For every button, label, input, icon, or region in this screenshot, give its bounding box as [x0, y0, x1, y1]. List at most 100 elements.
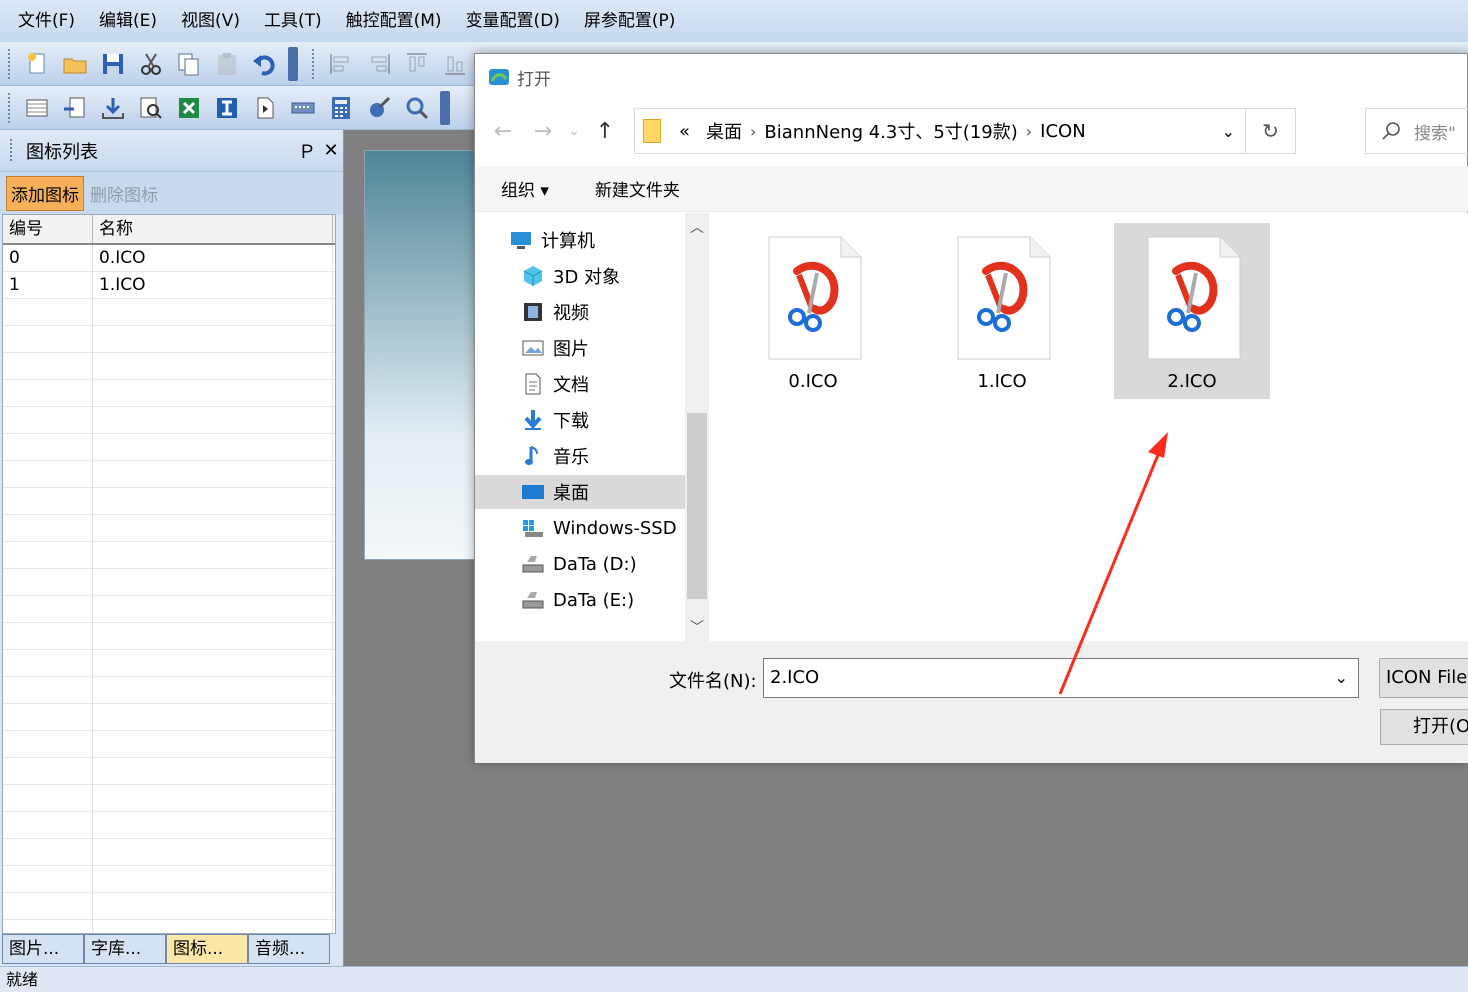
breadcrumb-icon-folder[interactable]: ICON [1040, 121, 1086, 142]
tab-images[interactable]: 图片... [2, 934, 84, 964]
copy-icon[interactable] [172, 47, 206, 81]
open-file-dialog: 打开 ← → ⌄ ↑ « 桌面 › BiannNeng 4.3寸、5寸(19款)… [474, 53, 1468, 763]
nav-item-videos[interactable]: 视频 [521, 295, 589, 329]
table-row[interactable]: 1 1.ICO [3, 272, 335, 299]
up-icon[interactable]: ↑ [585, 119, 625, 144]
nav-item-3d-objects[interactable]: 3D 对象 [521, 259, 620, 293]
tab-fonts[interactable]: 字库... [84, 934, 166, 964]
paste-icon[interactable] [210, 47, 244, 81]
nav-label: 桌面 [553, 483, 589, 504]
tab-icons[interactable]: 图标... [166, 934, 248, 964]
calculator-icon[interactable] [324, 91, 358, 125]
drive-icon [521, 552, 545, 576]
save-icon[interactable] [96, 47, 130, 81]
align-top-icon[interactable] [400, 47, 434, 81]
recent-dropdown-icon[interactable]: ⌄ [563, 123, 585, 139]
menu-touch-config[interactable]: 触控配置(M) [334, 0, 454, 42]
chevron-down-icon[interactable]: ⌄ [1222, 122, 1235, 141]
nav-label: 音乐 [553, 447, 589, 468]
toolbar-overflow[interactable] [440, 90, 450, 125]
menu-tools[interactable]: 工具(T) [252, 0, 334, 42]
design-canvas[interactable] [364, 150, 476, 560]
new-file-icon[interactable] [20, 47, 54, 81]
scroll-down-icon[interactable]: ﹀ [685, 617, 709, 637]
file-item[interactable]: 0.ICO [735, 223, 891, 399]
column-header-name[interactable]: 名称 [93, 215, 333, 243]
image-grid-icon[interactable] [20, 91, 54, 125]
organize-button[interactable]: 组织 ▾ [501, 176, 549, 201]
nav-scrollbar[interactable]: ︿ ﹀ [685, 213, 709, 641]
preview-icon[interactable] [134, 91, 168, 125]
import-icon[interactable] [58, 91, 92, 125]
nav-item-drive-d[interactable]: DaTa (D:) [521, 547, 637, 581]
toolbar-grip[interactable] [6, 48, 12, 79]
tab-audio[interactable]: 音频... [248, 934, 330, 964]
menu-view[interactable]: 视图(V) [169, 0, 252, 42]
table-row-empty [3, 677, 335, 704]
nav-item-windows-ssd[interactable]: Windows-SSD [521, 511, 677, 545]
toolbar-grip[interactable] [310, 48, 316, 79]
table-row-empty [3, 542, 335, 569]
chevron-right-icon[interactable]: › [750, 122, 756, 141]
nav-item-drive-e[interactable]: DaTa (E:) [521, 583, 634, 617]
chevron-right-icon[interactable]: › [1026, 122, 1032, 141]
picture-icon [521, 336, 545, 360]
panel-tabs: 图片... 字库... 图标... 音频... [2, 934, 330, 966]
excel-icon[interactable] [172, 91, 206, 125]
new-folder-button[interactable]: 新建文件夹 [595, 176, 680, 201]
nav-item-downloads[interactable]: 下载 [521, 403, 589, 437]
filetype-select[interactable]: ICON File [1379, 658, 1468, 698]
search-icon [1382, 122, 1400, 140]
page-icon[interactable] [248, 91, 282, 125]
cut-icon[interactable] [134, 47, 168, 81]
nav-label: DaTa (D:) [553, 553, 637, 575]
pin-icon[interactable]: Ｐ [295, 138, 319, 164]
nav-item-documents[interactable]: 文档 [521, 367, 589, 401]
table-row-empty [3, 434, 335, 461]
close-icon[interactable]: ✕ [319, 140, 343, 161]
align-left-icon[interactable] [324, 47, 358, 81]
column-header-number[interactable]: 编号 [3, 215, 93, 243]
zoom-icon[interactable] [400, 91, 434, 125]
breadcrumb-overflow[interactable]: « [679, 121, 690, 142]
scroll-up-icon[interactable]: ︿ [685, 217, 709, 237]
open-button[interactable]: 打开(O [1380, 709, 1468, 745]
align-right-icon[interactable] [362, 47, 396, 81]
delete-icon-button[interactable]: 删除图标 [84, 177, 164, 210]
toolbar-grip[interactable] [6, 92, 12, 123]
nav-item-computer[interactable]: 计算机 [509, 223, 595, 257]
text-tool-icon[interactable] [210, 91, 244, 125]
filename-input[interactable]: 2.ICO ⌄ [763, 658, 1359, 698]
breadcrumb-folder[interactable]: BiannNeng 4.3寸、5寸(19款) [764, 118, 1017, 144]
add-icon-button[interactable]: 添加图标 [6, 175, 84, 211]
table-row[interactable]: 0 0.ICO [3, 245, 335, 272]
download-tool-icon[interactable] [96, 91, 130, 125]
menu-variable-config[interactable]: 变量配置(D) [454, 0, 572, 42]
file-item-selected[interactable]: 2.ICO [1114, 223, 1270, 399]
toolbar-overflow[interactable] [288, 46, 298, 81]
nav-item-pictures[interactable]: 图片 [521, 331, 589, 365]
chevron-down-icon[interactable]: ⌄ [1335, 659, 1348, 697]
panel-title: 图标列表 [26, 141, 98, 163]
menu-edit[interactable]: 编辑(E) [87, 0, 169, 42]
nav-item-desktop[interactable]: 桌面 [475, 475, 685, 509]
open-folder-icon[interactable] [58, 47, 92, 81]
keyboard-icon[interactable] [286, 91, 320, 125]
refresh-icon[interactable]: ↻ [1245, 109, 1295, 153]
search-box[interactable]: 搜索" [1365, 108, 1468, 154]
forward-icon[interactable]: → [523, 119, 563, 144]
file-item[interactable]: 1.ICO [924, 223, 1080, 399]
panel-grip[interactable] [8, 138, 14, 163]
settings-tool-icon[interactable] [362, 91, 396, 125]
table-row-empty [3, 596, 335, 623]
undo-icon[interactable] [248, 47, 282, 81]
address-bar[interactable]: « 桌面 › BiannNeng 4.3寸、5寸(19款) › ICON ⌄ ↻ [634, 108, 1296, 154]
breadcrumb-desktop[interactable]: 桌面 [706, 118, 742, 144]
menu-file[interactable]: 文件(F) [6, 0, 87, 42]
back-icon[interactable]: ← [483, 119, 523, 144]
nav-item-music[interactable]: 音乐 [521, 439, 589, 473]
align-bottom-icon[interactable] [438, 47, 472, 81]
scroll-thumb[interactable] [687, 413, 707, 599]
table-row-empty [3, 812, 335, 839]
menu-screen-config[interactable]: 屏参配置(P) [572, 0, 688, 42]
